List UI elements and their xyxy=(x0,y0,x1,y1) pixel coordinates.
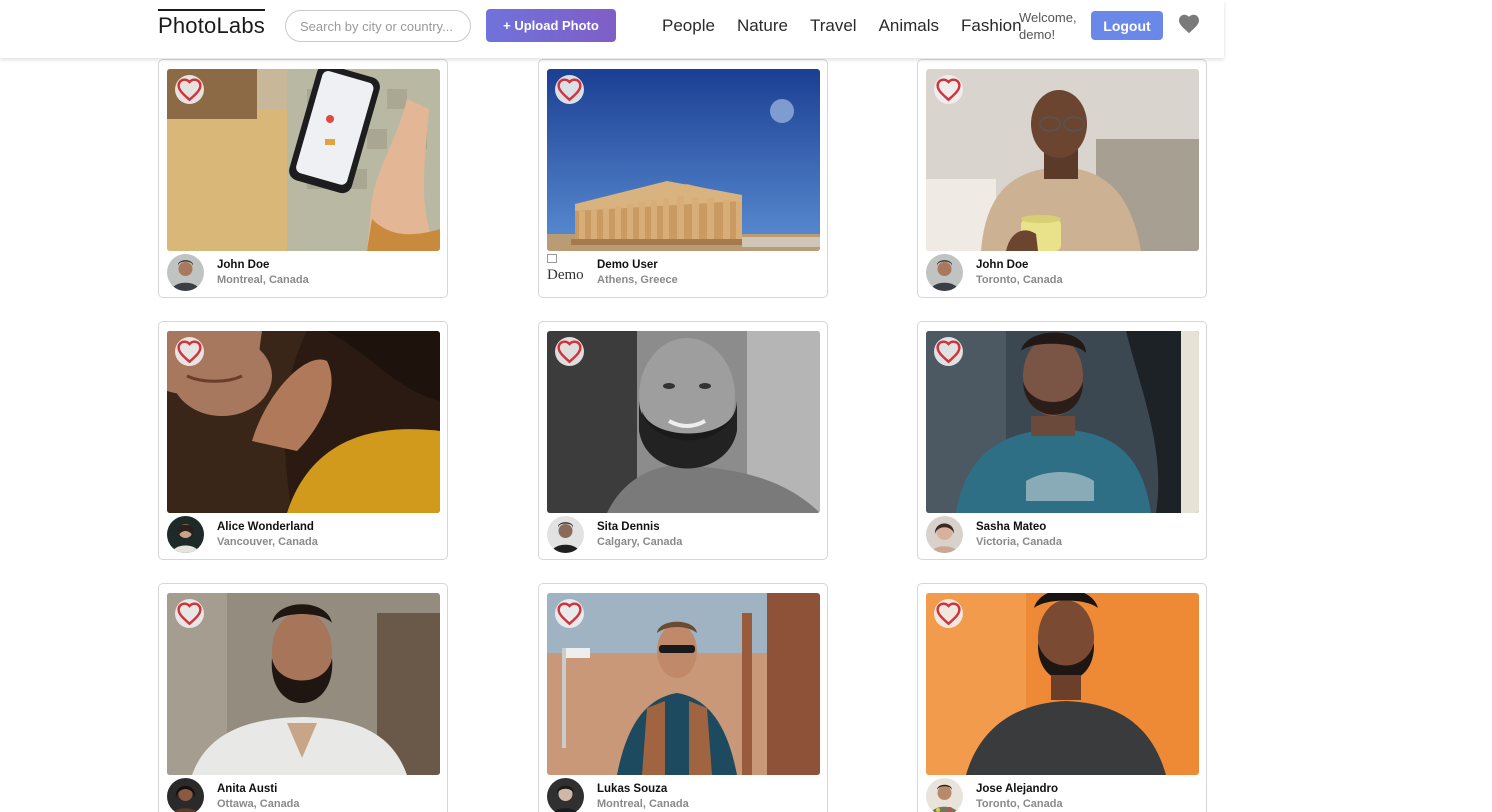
photo-card[interactable]: John Doe Montreal, Canada xyxy=(158,59,448,298)
upload-photo-button[interactable]: + Upload Photo xyxy=(486,9,616,42)
photo-card[interactable]: Sasha Mateo Victoria, Canada xyxy=(917,321,1207,560)
like-heart-icon[interactable] xyxy=(555,75,584,104)
avatar xyxy=(167,254,204,291)
photo-card[interactable]: Demo Demo User Athens, Greece xyxy=(538,59,828,298)
photo-man-orange-background[interactable] xyxy=(926,593,1199,775)
logout-button[interactable]: Logout xyxy=(1091,11,1163,40)
avatar-alt-text: Demo xyxy=(547,267,584,283)
avatar xyxy=(547,516,584,553)
topic-list: People Nature Travel Animals Fashion xyxy=(662,14,1022,38)
like-heart-icon[interactable] xyxy=(555,599,584,628)
photo-location: Athens, Greece xyxy=(597,274,678,286)
favourites-heart-icon[interactable] xyxy=(1177,12,1201,36)
topic-travel[interactable]: Travel xyxy=(810,14,857,38)
photo-parthenon[interactable] xyxy=(547,69,820,251)
like-heart-icon[interactable] xyxy=(934,337,963,366)
photographer-name: Anita Austi xyxy=(217,783,278,795)
photographer-name: Sasha Mateo xyxy=(976,521,1047,533)
avatar xyxy=(926,254,963,291)
avatar-broken-image: Demo xyxy=(547,254,584,291)
photo-card[interactable]: Sita Dennis Calgary, Canada xyxy=(538,321,828,560)
photo-location: Victoria, Canada xyxy=(976,536,1062,548)
photo-location: Ottawa, Canada xyxy=(217,798,300,810)
photo-man-blue-shirt[interactable] xyxy=(926,331,1199,513)
photographer-name: Alice Wonderland xyxy=(217,521,314,533)
like-heart-icon[interactable] xyxy=(555,337,584,366)
photographer-name: Sita Dennis xyxy=(597,521,660,533)
like-heart-icon[interactable] xyxy=(175,337,204,366)
photo-man-sunglasses-vest[interactable] xyxy=(547,593,820,775)
avatar xyxy=(926,778,963,812)
photo-card[interactable]: Lukas Souza Montreal, Canada xyxy=(538,583,828,812)
photographer-name: Jose Alejandro xyxy=(976,783,1059,795)
photo-location: Montreal, Canada xyxy=(597,798,689,810)
photo-bearded-man-bw[interactable] xyxy=(547,331,820,513)
top-nav-bar: PhotoLabs + Upload Photo People Nature T… xyxy=(0,0,1224,58)
photo-man-with-mug[interactable] xyxy=(926,69,1199,251)
topic-animals[interactable]: Animals xyxy=(879,14,939,38)
search-input[interactable] xyxy=(285,10,471,42)
photographer-name: Lukas Souza xyxy=(597,783,668,795)
photographer-name: Demo User xyxy=(597,259,658,271)
photo-location: Toronto, Canada xyxy=(976,798,1063,810)
avatar xyxy=(167,778,204,812)
photo-card[interactable]: John Doe Toronto, Canada xyxy=(917,59,1207,298)
like-heart-icon[interactable] xyxy=(934,599,963,628)
app-logo[interactable]: PhotoLabs xyxy=(158,9,265,39)
photo-location: Toronto, Canada xyxy=(976,274,1063,286)
like-heart-icon[interactable] xyxy=(175,599,204,628)
photo-location: Calgary, Canada xyxy=(597,536,683,548)
photo-woman-curly-hair[interactable] xyxy=(167,331,440,513)
photo-card[interactable]: Jose Alejandro Toronto, Canada xyxy=(917,583,1207,812)
photographer-name: John Doe xyxy=(976,259,1029,271)
topic-nature[interactable]: Nature xyxy=(737,14,788,38)
photo-card[interactable]: Alice Wonderland Vancouver, Canada xyxy=(158,321,448,560)
photo-bearded-man-white-shirt[interactable] xyxy=(167,593,440,775)
like-heart-icon[interactable] xyxy=(175,75,204,104)
topic-people[interactable]: People xyxy=(662,14,715,38)
photo-location: Montreal, Canada xyxy=(217,274,309,286)
avatar xyxy=(167,516,204,553)
avatar xyxy=(547,778,584,812)
topic-fashion[interactable]: Fashion xyxy=(961,14,1021,38)
avatar xyxy=(926,516,963,553)
like-heart-icon[interactable] xyxy=(934,75,963,104)
welcome-text: Welcome, demo! xyxy=(1019,10,1077,42)
photographer-name: John Doe xyxy=(217,259,270,271)
photo-hand-holding-phone[interactable] xyxy=(167,69,440,251)
photo-location: Vancouver, Canada xyxy=(217,536,318,548)
photo-card[interactable]: Anita Austi Ottawa, Canada xyxy=(158,583,448,812)
